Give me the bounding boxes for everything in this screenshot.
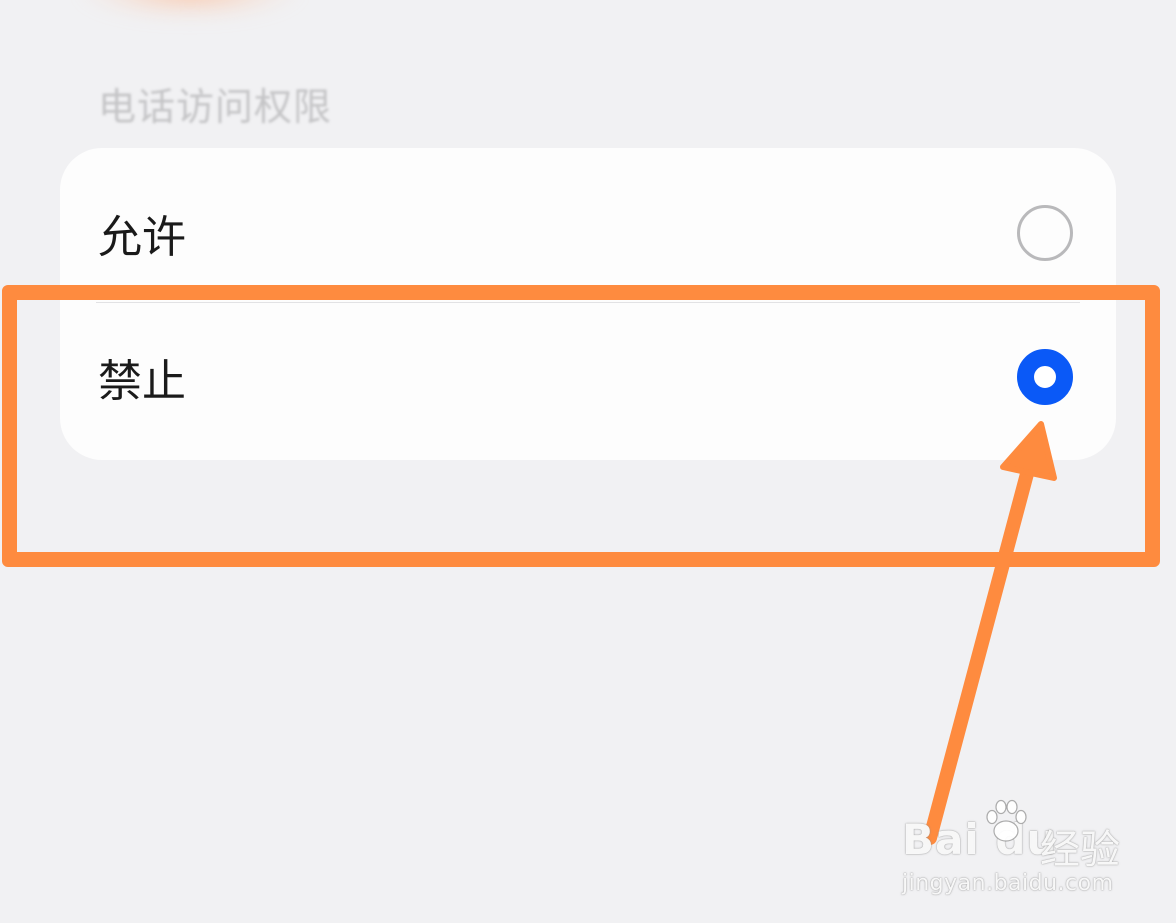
blurred-header-decoration — [80, 0, 300, 20]
annotation-highlight-box — [2, 285, 1160, 567]
watermark-url: jingyan.baidu.com — [902, 871, 1114, 896]
watermark-logo-text: Bai du — [902, 815, 1058, 864]
section-title: 电话访问权限 — [98, 85, 333, 129]
paw-icon — [986, 799, 1027, 842]
baidu-jingyan-watermark: Bai du 经验 jingyan.baidu.com — [902, 795, 1122, 905]
option-allow-label: 允许 — [98, 212, 186, 263]
radio-unselected-icon[interactable] — [1017, 205, 1073, 261]
watermark-logo-cn: 经验 — [1040, 827, 1120, 873]
